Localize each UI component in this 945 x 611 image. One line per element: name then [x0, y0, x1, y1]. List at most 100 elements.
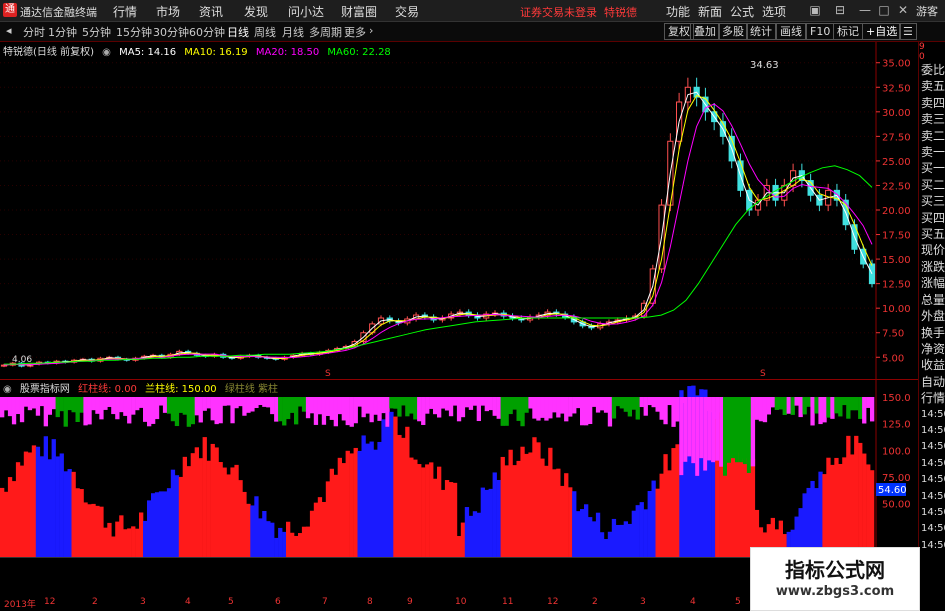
panel-item[interactable]: 买二 [919, 177, 945, 193]
indicator-top-bar [528, 397, 533, 409]
panel-item[interactable]: 净资 [919, 341, 945, 357]
indicator-top-bar [27, 397, 33, 411]
panel-item[interactable]: 14:50 [919, 439, 945, 455]
period-60min[interactable]: 60分钟 [186, 24, 228, 40]
panel-item[interactable]: 买三 [919, 193, 945, 209]
indicator-toggle-icon[interactable]: ◉ [102, 47, 111, 58]
indicator-bar [254, 496, 259, 557]
tile-icon[interactable]: ⊟ [832, 2, 848, 18]
btn-diejia[interactable]: 叠加 [690, 23, 720, 40]
period-fenshi[interactable]: 分时 [20, 24, 48, 40]
panel-item[interactable]: 14:50 [919, 407, 945, 423]
period-5min[interactable]: 5分钟 [79, 24, 114, 40]
login-alert[interactable]: 证券交易未登录 特锐德 [520, 4, 637, 20]
menu-gongneng[interactable]: 功能 [666, 3, 690, 20]
toolbar-back-icon[interactable]: ◂ [3, 24, 15, 37]
indicator-bar [139, 512, 144, 557]
date-tick: 3 [640, 597, 646, 607]
indicator-bar [639, 502, 644, 557]
period-15min[interactable]: 15分钟 [113, 24, 155, 40]
btn-huaxian[interactable]: 画线 [776, 23, 806, 40]
indicator-bar [496, 479, 501, 557]
indicator-top-bar [468, 397, 474, 410]
toolbar-grid-icon[interactable]: ☰ [899, 23, 917, 40]
indicator-top-bar [393, 397, 398, 409]
btn-zixuan[interactable]: +自选 [862, 23, 902, 40]
menu-caifuquan[interactable]: 财富圈 [341, 3, 377, 20]
indicator-bar [345, 450, 350, 557]
panel-item[interactable]: 总量 [919, 292, 945, 308]
indicator-top-bar [333, 397, 338, 427]
btn-tongji[interactable]: 统计 [746, 23, 776, 40]
panel-item[interactable]: 卖一 [919, 144, 945, 160]
menu-zixun[interactable]: 资讯 [199, 3, 223, 20]
period-monthly[interactable]: 月线 [279, 24, 307, 40]
panel-item[interactable]: 卖三 [919, 111, 945, 127]
panel-item[interactable]: 涨跌 [919, 259, 945, 275]
panel-item[interactable]: 行情 [919, 390, 945, 406]
indicator-top-bar [484, 397, 489, 412]
indicator-top-bar [151, 397, 156, 424]
panel-item[interactable]: 14:50 [919, 521, 945, 537]
price-chart[interactable]: 35.00 32.50 30.00 27.50 25.00 22.50 20.00 17.50… [0, 42, 918, 379]
close-icon[interactable]: ✕ [895, 2, 911, 18]
period-1min[interactable]: 1分钟 [45, 24, 80, 40]
indicator-top-bar [663, 397, 668, 425]
indicator-top-bar [588, 397, 593, 425]
panel-item[interactable]: 卖五 [919, 78, 945, 94]
panel-item[interactable]: 收益 [919, 357, 945, 373]
menu-wenxiaoda[interactable]: 问小达 [288, 3, 324, 20]
maximize-icon[interactable]: □ [876, 2, 892, 18]
panel-item[interactable]: 14:50 [919, 538, 945, 554]
indicator-top-bar [313, 397, 319, 425]
menu-faxian[interactable]: 发现 [244, 3, 268, 20]
indicator-bar [647, 491, 652, 557]
period-multi[interactable]: 多周期 [306, 24, 345, 40]
panel-item[interactable]: 买四 [919, 210, 945, 226]
panel-item[interactable]: 14:50 [919, 423, 945, 439]
period-more[interactable]: 更多 [341, 24, 369, 40]
panel-item[interactable]: 14:50 [919, 489, 945, 505]
panel-item[interactable]: 现价 [919, 242, 945, 258]
panel-item[interactable]: 卖四 [919, 95, 945, 111]
menu-xinmian[interactable]: 新面 [698, 3, 722, 20]
panel-top-2: 0 [919, 52, 925, 62]
panel-item[interactable]: 换手 [919, 325, 945, 341]
panel-item[interactable]: 买五 [919, 226, 945, 242]
panel-item[interactable]: 14:50 [919, 472, 945, 488]
sub-toggle-icon[interactable]: ◉ [3, 384, 12, 395]
panel-item[interactable]: 14:50 [919, 505, 945, 521]
panel-item[interactable]: 自动 [919, 374, 945, 390]
panel-item[interactable]: 买一 [919, 160, 945, 176]
btn-f10[interactable]: F10 [806, 23, 835, 40]
period-daily[interactable]: 日线 [224, 24, 252, 40]
panel-item[interactable]: 卖二 [919, 128, 945, 144]
indicator-bar [190, 453, 195, 557]
panel-item[interactable]: 委比 [919, 62, 945, 78]
main-title[interactable]: 特锐德(日线 前复权) [3, 47, 94, 58]
minimize-icon[interactable]: — [857, 2, 873, 18]
panel-item[interactable]: 14:50 [919, 456, 945, 472]
panel-item[interactable]: 外盘 [919, 308, 945, 324]
indicator-top-bar [317, 397, 323, 415]
indicator-top-bar [754, 397, 760, 420]
restore-icon[interactable]: ▣ [807, 2, 823, 18]
menu-gongshi[interactable]: 公式 [730, 3, 754, 20]
indicator-top-bar [786, 397, 791, 414]
split-marker-1: S [325, 369, 331, 379]
sub-title[interactable]: 股票指标网 [20, 384, 70, 395]
btn-biaoji[interactable]: 标记 [833, 23, 863, 40]
panel-item[interactable]: 涨幅 [919, 275, 945, 291]
indicator-bar [325, 481, 331, 557]
indicator-top-bar [512, 397, 517, 410]
period-weekly[interactable]: 周线 [251, 24, 279, 40]
more-chevron-icon[interactable]: › [366, 24, 376, 37]
indicator-bar [230, 467, 235, 557]
menu-shichang[interactable]: 市场 [156, 3, 180, 20]
menu-xuanxiang[interactable]: 选项 [762, 3, 786, 20]
btn-duogu[interactable]: 多股 [718, 23, 748, 40]
guest-label[interactable]: 游客 [916, 3, 938, 19]
menu-jiaoyi[interactable]: 交易 [395, 3, 419, 20]
menu-hangqing[interactable]: 行情 [113, 3, 137, 20]
indicator-top-bar [349, 397, 354, 427]
